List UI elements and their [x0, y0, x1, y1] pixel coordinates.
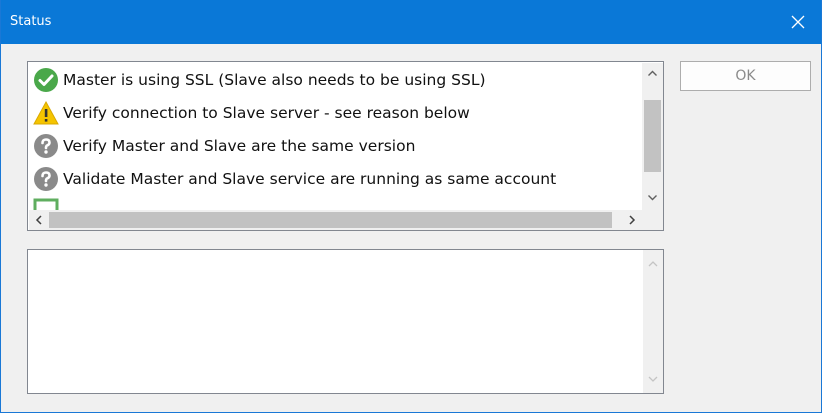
list-item-label: Validate Master and Slave service are ru…: [63, 169, 557, 188]
list-item[interactable]: [29, 194, 642, 210]
close-icon: [791, 15, 805, 29]
close-button[interactable]: [775, 0, 821, 44]
warning-icon: [33, 100, 59, 124]
details-textbox[interactable]: [27, 249, 664, 394]
scroll-up-arrow-icon[interactable]: [643, 254, 663, 274]
list-item-label: Verify connection to Slave server - see …: [63, 103, 470, 122]
vertical-scroll-thumb[interactable]: [644, 100, 661, 172]
scroll-right-arrow-icon[interactable]: [622, 210, 642, 230]
ok-button[interactable]: OK: [680, 61, 811, 91]
details-vertical-scrollbar[interactable]: [643, 250, 663, 393]
check-circle-icon: [34, 67, 58, 92]
status-list[interactable]: Master is using SSL (Slave also needs to…: [27, 61, 664, 231]
scroll-up-arrow-icon[interactable]: [642, 63, 663, 84]
scroll-down-arrow-icon[interactable]: [643, 369, 663, 389]
details-text: [28, 250, 642, 393]
status-dialog: Status Master is using SSL (Slave also n…: [0, 0, 822, 413]
partial-item-icon: [33, 198, 59, 210]
question-icon: [34, 166, 58, 191]
list-item-label: Master is using SSL (Slave also needs to…: [63, 70, 486, 89]
horizontal-scroll-thumb[interactable]: [49, 212, 612, 228]
list-item[interactable]: Verify connection to Slave server - see …: [29, 96, 642, 129]
title-bar: Status: [1, 0, 821, 44]
list-item[interactable]: Validate Master and Slave service are ru…: [29, 162, 642, 195]
list-item-label: Verify Master and Slave are the same ver…: [63, 136, 416, 155]
scrollbar-corner: [642, 210, 663, 230]
status-list-horizontal-scrollbar[interactable]: [29, 210, 642, 230]
window-title: Status: [10, 14, 52, 29]
scroll-down-arrow-icon[interactable]: [642, 187, 663, 208]
status-list-viewport: Master is using SSL (Slave also needs to…: [29, 63, 642, 210]
list-item[interactable]: Verify Master and Slave are the same ver…: [29, 129, 642, 162]
question-icon: [34, 133, 58, 158]
status-list-vertical-scrollbar[interactable]: [642, 63, 663, 210]
scroll-left-arrow-icon[interactable]: [29, 210, 49, 230]
list-item[interactable]: Master is using SSL (Slave also needs to…: [29, 63, 642, 96]
